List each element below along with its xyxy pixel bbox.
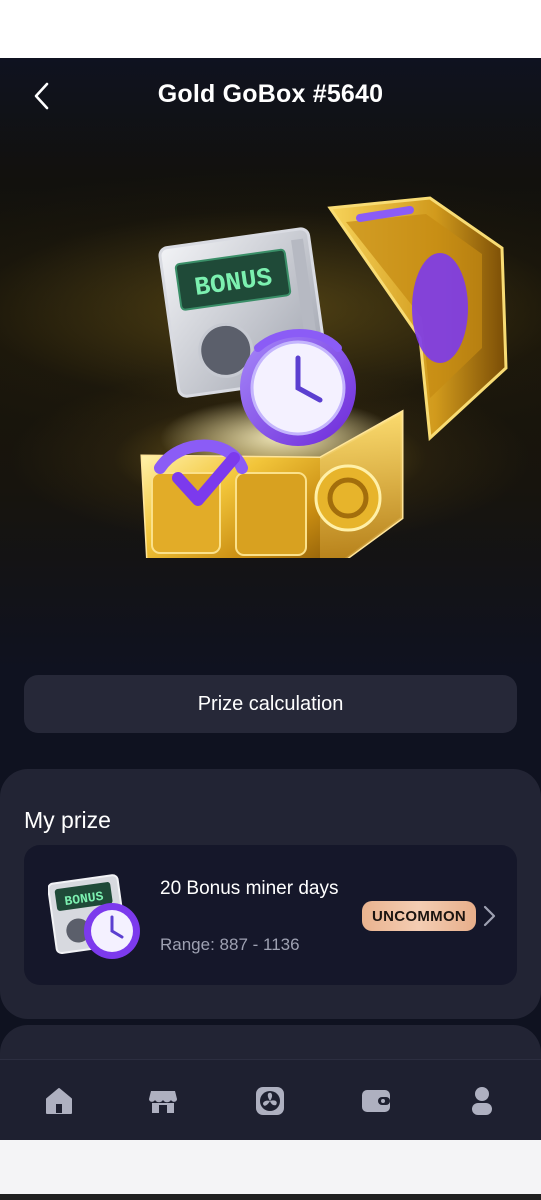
nav-store[interactable] bbox=[133, 1060, 193, 1140]
mining-fan-icon bbox=[256, 1086, 284, 1115]
nav-mining[interactable] bbox=[240, 1060, 300, 1140]
prize-item[interactable]: BONUS 20 Bonus miner days Range: 887 - 1… bbox=[24, 845, 517, 985]
nav-profile[interactable] bbox=[452, 1060, 512, 1140]
prize-calculation-button[interactable]: Prize calculation bbox=[24, 675, 517, 733]
hero-section: Gold GoBox #5640 BONUS bbox=[0, 58, 541, 670]
home-icon bbox=[46, 1087, 72, 1114]
page-title: Gold GoBox #5640 bbox=[157, 80, 384, 108]
bottom-navigation bbox=[0, 1059, 541, 1140]
header: Gold GoBox #5640 bbox=[0, 58, 541, 134]
wallet-icon bbox=[362, 1089, 390, 1112]
profile-icon bbox=[472, 1086, 492, 1115]
gold-chest-illustration: BONUS bbox=[140, 196, 508, 558]
store-icon bbox=[149, 1090, 177, 1113]
rarity-badge: UNCOMMON bbox=[362, 901, 477, 931]
screen-edge bbox=[0, 1194, 541, 1200]
status-bar bbox=[0, 0, 541, 58]
my-prize-card: My prize BONUS 20 Bonus miner days Range… bbox=[0, 769, 541, 1019]
bonus-miner-thumbnail-icon: BONUS bbox=[48, 874, 140, 959]
nav-home[interactable] bbox=[29, 1060, 89, 1140]
system-navigation-bar bbox=[0, 1140, 541, 1200]
my-prize-title: My prize bbox=[24, 807, 111, 833]
prize-range: Range: 887 - 1136 bbox=[160, 935, 300, 954]
app-screen: Gold GoBox #5640 BONUS Prize calculation… bbox=[0, 58, 541, 1140]
prize-name: 20 Bonus miner days bbox=[160, 878, 339, 899]
nav-wallet[interactable] bbox=[346, 1060, 406, 1140]
chevron-right-icon bbox=[483, 905, 496, 927]
